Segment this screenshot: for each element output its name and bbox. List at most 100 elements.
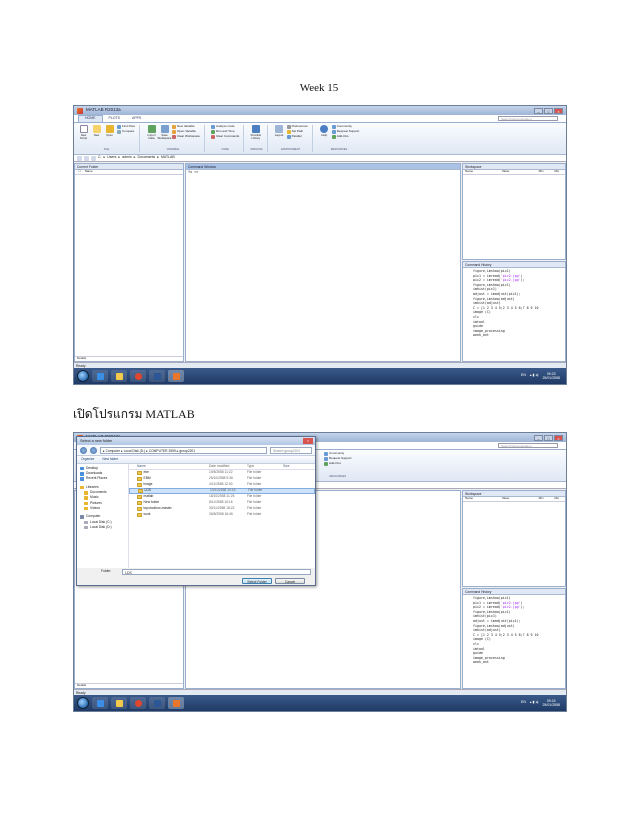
add-ons-button[interactable]: Add-Ons bbox=[331, 135, 360, 139]
support-icon bbox=[331, 130, 336, 134]
path-segment[interactable]: MATLAB bbox=[161, 155, 175, 160]
language-indicator[interactable]: EN bbox=[521, 700, 526, 705]
clear-commands-button[interactable]: Clear Commands bbox=[210, 135, 239, 139]
libraries-icon bbox=[80, 485, 84, 490]
path-segment[interactable]: C: bbox=[98, 155, 102, 160]
maximize-button[interactable]: □ bbox=[544, 107, 553, 114]
back-icon[interactable] bbox=[80, 446, 87, 454]
language-indicator[interactable]: EN bbox=[521, 373, 526, 378]
tray-icons[interactable]: ▴ ▮ ◂) bbox=[530, 373, 539, 378]
command-prompt[interactable]: fx >> bbox=[186, 170, 460, 176]
path-segment[interactable]: admin bbox=[122, 155, 132, 160]
close-button[interactable]: × bbox=[554, 107, 563, 114]
dialog-search-input[interactable]: Search group2201 bbox=[270, 446, 312, 454]
ribbon-group-resources: Help Community Request Support Add-Ons RES… bbox=[319, 125, 364, 152]
history-entry[interactable]: week_ant bbox=[473, 333, 565, 338]
workspace-columns[interactable]: Name Value Min Ma bbox=[463, 497, 565, 502]
search-documentation-input[interactable]: Search Documentation bbox=[498, 443, 558, 448]
compare-icon bbox=[117, 130, 121, 134]
title-bar: MATLAB R2013a –□× bbox=[74, 106, 566, 115]
folder-input[interactable]: LDS bbox=[122, 569, 311, 575]
help-button[interactable]: Help bbox=[319, 125, 330, 139]
history-list[interactable]: figure,imshow(pic1) pic1 = imread('pic2.j… bbox=[463, 595, 565, 665]
clear-workspace-button[interactable]: Clear Workspace bbox=[172, 135, 200, 139]
taskbar-app[interactable] bbox=[168, 697, 184, 709]
tab-plots[interactable]: PLOTS bbox=[103, 116, 126, 122]
clock[interactable]: 09:24 25/01/2558 bbox=[542, 699, 560, 707]
search-documentation-input[interactable]: Search Documentation bbox=[498, 116, 558, 121]
taskbar-app[interactable] bbox=[92, 697, 108, 709]
recent-places-icon bbox=[80, 477, 84, 481]
forward-icon[interactable] bbox=[90, 446, 97, 454]
drive-icon bbox=[84, 525, 88, 530]
cancel-button[interactable]: Cancel bbox=[275, 578, 305, 584]
column-date[interactable]: Date modified bbox=[209, 464, 247, 469]
minimize-button[interactable]: – bbox=[534, 107, 543, 114]
column-type[interactable]: Type bbox=[247, 464, 283, 469]
documents-icon bbox=[84, 491, 88, 495]
history-list[interactable]: figure,imshow(pic1) pic1 = imread('pic2.j… bbox=[463, 268, 565, 338]
select-folder-button[interactable]: Select Folder bbox=[242, 578, 272, 584]
file-type: File folder bbox=[248, 488, 263, 493]
dialog-close-button[interactable]: × bbox=[303, 438, 313, 444]
path-segment[interactable]: Users bbox=[107, 155, 116, 160]
window-title: MATLAB R2013a bbox=[86, 107, 121, 113]
file-date: 18/10/2558 11:25 bbox=[209, 494, 235, 499]
open-button[interactable]: Open bbox=[104, 125, 115, 140]
details-bar[interactable]: Details bbox=[75, 356, 183, 361]
dialog-path[interactable]: ▸ Computer ▸ Local Disk (D:) ▸ COMPUTER … bbox=[100, 446, 267, 454]
back-icon[interactable] bbox=[77, 155, 82, 161]
taskbar-app[interactable] bbox=[149, 697, 165, 709]
tab-home[interactable]: HOME bbox=[78, 115, 103, 122]
start-button[interactable] bbox=[77, 370, 89, 382]
forward-icon[interactable] bbox=[84, 155, 89, 161]
desktop-icon bbox=[80, 466, 84, 471]
command-history-panel: Command History figure,imshow(pic1) pic1 … bbox=[462, 588, 566, 689]
taskbar-app[interactable] bbox=[130, 370, 146, 382]
file-date: 26/8/2558 16:46 bbox=[209, 512, 233, 517]
command-window[interactable]: Command Window fx >> bbox=[185, 163, 461, 362]
taskbar-app[interactable] bbox=[149, 370, 165, 382]
maximize-button[interactable]: □ bbox=[544, 434, 553, 441]
close-button[interactable]: × bbox=[554, 434, 563, 441]
organize-button[interactable]: Organize bbox=[81, 457, 94, 462]
tray-icons[interactable]: ▴ ▮ ◂) bbox=[530, 700, 539, 705]
new-folder-button[interactable]: New folder bbox=[102, 457, 118, 462]
column-header[interactable]: ☐ Name bbox=[75, 170, 183, 175]
system-tray: EN ▴ ▮ ◂) 09:24 25/01/2558 bbox=[521, 699, 566, 707]
new-script-button[interactable]: New Script bbox=[78, 125, 89, 140]
tab-apps[interactable]: APPS bbox=[126, 116, 147, 122]
file-name: image bbox=[143, 482, 153, 487]
up-folder-icon[interactable] bbox=[91, 155, 96, 161]
path-segment[interactable]: Documents bbox=[137, 155, 155, 160]
ribbon: New Script New Open Find Files Compare FI… bbox=[74, 123, 566, 155]
clock[interactable]: 09:23 25/01/2558 bbox=[542, 372, 560, 380]
layout-button[interactable]: Layout bbox=[274, 125, 285, 139]
music-icon bbox=[84, 496, 88, 500]
save-workspace-button[interactable]: Save Workspace bbox=[158, 125, 172, 140]
drive-icon bbox=[84, 520, 88, 525]
simulink-library-button[interactable]: Simulink Library bbox=[250, 125, 261, 140]
taskbar-app[interactable] bbox=[111, 697, 127, 709]
taskbar-app[interactable] bbox=[130, 697, 146, 709]
nav-item-local-disk-d[interactable]: Local Disk (D:) bbox=[80, 525, 128, 530]
new-button[interactable]: New bbox=[91, 125, 102, 140]
compare-button[interactable]: Compare bbox=[117, 130, 135, 134]
file-type: File folder bbox=[247, 500, 262, 505]
history-entry[interactable]: week_ant bbox=[473, 660, 565, 665]
column-size[interactable]: Size bbox=[283, 464, 303, 469]
parallel-button[interactable]: Parallel bbox=[286, 135, 308, 139]
workspace-columns[interactable]: Name Value Min Ma bbox=[463, 170, 565, 175]
ie-icon bbox=[96, 699, 104, 707]
column-name[interactable]: Name bbox=[129, 464, 209, 469]
add-ons-button[interactable]: Add-Ons bbox=[324, 462, 352, 466]
file-name: work bbox=[143, 512, 151, 517]
taskbar-app[interactable] bbox=[111, 370, 127, 382]
file-row[interactable]: work 26/8/2558 16:46 File folder bbox=[129, 512, 315, 518]
details-bar[interactable]: Details bbox=[75, 683, 183, 688]
start-button[interactable] bbox=[77, 697, 89, 709]
taskbar-app[interactable] bbox=[92, 370, 108, 382]
taskbar-app[interactable] bbox=[168, 370, 184, 382]
minimize-button[interactable]: – bbox=[534, 434, 543, 441]
import-data-button[interactable]: Import Data bbox=[146, 125, 157, 140]
